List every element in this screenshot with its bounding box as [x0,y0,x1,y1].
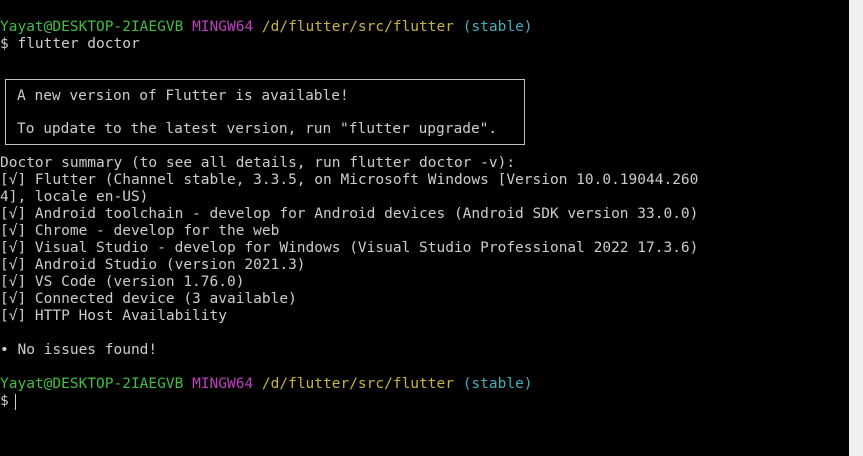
banner-line-1: A new version of Flutter is available! [17,88,349,104]
check-vscode: [√] VS Code (version 1.76.0) [0,274,245,290]
prompt-branch: (stable) [462,376,533,392]
check-android-toolchain: [√] Android toolchain - develop for Andr… [0,206,699,222]
terminal-output[interactable]: Yayat@DESKTOP-2IAEGVB MINGW64 /d/flutter… [0,0,849,456]
terminal-window[interactable]: Yayat@DESKTOP-2IAEGVB MINGW64 /d/flutter… [0,0,863,456]
prompt-system: MINGW64 [192,19,254,35]
summary-header: Doctor summary (to see all details, run … [0,155,516,171]
update-banner: A new version of Flutter is available! T… [5,79,525,145]
check-flutter: [√] Flutter (Channel stable, 3.3.5, on M… [0,172,699,188]
text-cursor [15,394,16,410]
prompt-path: /d/flutter/src/flutter [261,19,454,35]
check-android-studio: [√] Android Studio (version 2021.3) [0,257,306,273]
check-connected-device: [√] Connected device (3 available) [0,291,297,307]
prompt-branch: (stable) [462,19,533,35]
prompt-path: /d/flutter/src/flutter [261,376,454,392]
prompt-line: Yayat@DESKTOP-2IAEGVB MINGW64 /d/flutter… [0,19,533,36]
command-line: $ flutter doctor [0,36,140,52]
banner-line-2: To update to the latest version, run "fl… [17,121,498,137]
check-visual-studio: [√] Visual Studio - develop for Windows … [0,240,699,256]
prompt-user: Yayat@DESKTOP-2IAEGVB [0,19,184,35]
prompt-line-2: Yayat@DESKTOP-2IAEGVB MINGW64 /d/flutter… [0,376,533,393]
check-http-host: [√] HTTP Host Availability [0,308,227,324]
check-flutter-wrap: 4], locale en-US) [0,189,149,205]
prompt-user: Yayat@DESKTOP-2IAEGVB [0,376,184,392]
scrollbar[interactable] [849,0,863,456]
result-line: • No issues found! [0,342,158,358]
check-chrome: [√] Chrome - develop for the web [0,223,280,239]
prompt-system: MINGW64 [192,376,254,392]
